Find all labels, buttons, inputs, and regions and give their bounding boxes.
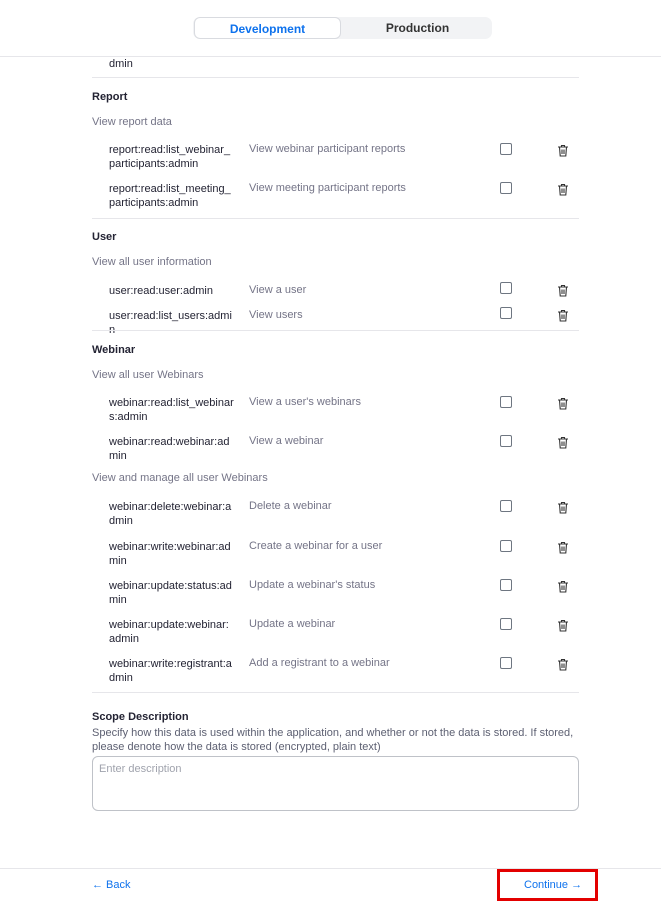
scope-description: View users <box>249 309 303 321</box>
scope-name: webinar:delete:webinar:admin <box>109 501 232 527</box>
trash-icon[interactable] <box>557 144 569 157</box>
scope-name: report:read:list_webinar_participants:ad… <box>109 144 231 170</box>
scope-name: webinar:write:registrant:admin <box>109 658 232 684</box>
group-subtitle-report: View report data <box>92 116 172 128</box>
environment-header: Development Production <box>0 0 661 57</box>
divider <box>92 330 579 331</box>
divider <box>92 218 579 219</box>
scope-description: Add a registrant to a webinar <box>249 657 390 669</box>
scope-name: report:read:list_meeting_participants:ad… <box>109 183 231 209</box>
continue-button[interactable]: Continue → <box>524 879 582 891</box>
scope-checkbox[interactable] <box>500 579 512 591</box>
tab-production[interactable]: Production <box>343 17 492 39</box>
scope-description-help: Specify how this data is used within the… <box>92 727 574 753</box>
trash-icon[interactable] <box>557 397 569 410</box>
trash-icon[interactable] <box>557 183 569 196</box>
trash-icon[interactable] <box>557 309 569 322</box>
group-subtitle-webinar: View all user Webinars <box>92 369 204 381</box>
scope-description: View meeting participant reports <box>249 182 406 194</box>
scope-name: webinar:update:status:admin <box>109 580 232 606</box>
scope-checkbox[interactable] <box>500 182 512 194</box>
scope-checkbox[interactable] <box>500 282 512 294</box>
trash-icon[interactable] <box>557 541 569 554</box>
divider <box>92 692 579 693</box>
scope-checkbox[interactable] <box>500 396 512 408</box>
trash-icon[interactable] <box>557 284 569 297</box>
scope-name: webinar:read:list_webinars:admin <box>109 397 234 423</box>
scope-description: Update a webinar <box>249 618 336 630</box>
scope-checkbox[interactable] <box>500 143 512 155</box>
scope-description-title: Scope Description <box>92 711 189 723</box>
scope-name: user:read:list_users:admin <box>109 310 232 336</box>
scope-name: user:read:user:admin <box>109 285 213 297</box>
scope-description: View a user's webinars <box>249 396 361 408</box>
trash-icon[interactable] <box>557 580 569 593</box>
trash-icon[interactable] <box>557 436 569 449</box>
trash-icon[interactable] <box>557 501 569 514</box>
divider <box>92 77 579 78</box>
scope-description: Create a webinar for a user <box>249 540 383 552</box>
scope-checkbox[interactable] <box>500 657 512 669</box>
scope-description: View a user <box>249 284 307 296</box>
scope-name: webinar:write:webinar:admin <box>109 541 231 567</box>
footer-bar: ← Back Continue → <box>0 868 661 906</box>
scope-checkbox[interactable] <box>500 540 512 552</box>
environment-toggle: Development Production <box>193 17 492 39</box>
group-subtitle-user: View all user information <box>92 256 212 268</box>
back-button[interactable]: ← Back <box>92 879 131 891</box>
scope-checkbox[interactable] <box>500 500 512 512</box>
tab-development[interactable]: Development <box>194 17 341 39</box>
scope-checkbox[interactable] <box>500 435 512 447</box>
scope-name: webinar:read:webinar:admin <box>109 436 230 462</box>
group-subtitle-webinar-manage: View and manage all user Webinars <box>92 472 268 484</box>
trash-icon[interactable] <box>557 619 569 632</box>
trash-icon[interactable] <box>557 658 569 671</box>
group-title-webinar: Webinar <box>92 344 136 356</box>
scope-name: webinar:update:webinar:admin <box>109 619 229 645</box>
scope-checkbox[interactable] <box>500 307 512 319</box>
scope-description: View a webinar <box>249 435 324 447</box>
group-title-report: Report <box>92 91 128 103</box>
scope-description: Update a webinar's status <box>249 579 376 591</box>
group-title-user: User <box>92 231 117 243</box>
scope-description-input[interactable] <box>92 756 579 811</box>
scope-description: View webinar participant reports <box>249 143 406 155</box>
scope-description: Delete a webinar <box>249 500 332 512</box>
scope-checkbox[interactable] <box>500 618 512 630</box>
scope-name: dmin <box>109 58 133 70</box>
